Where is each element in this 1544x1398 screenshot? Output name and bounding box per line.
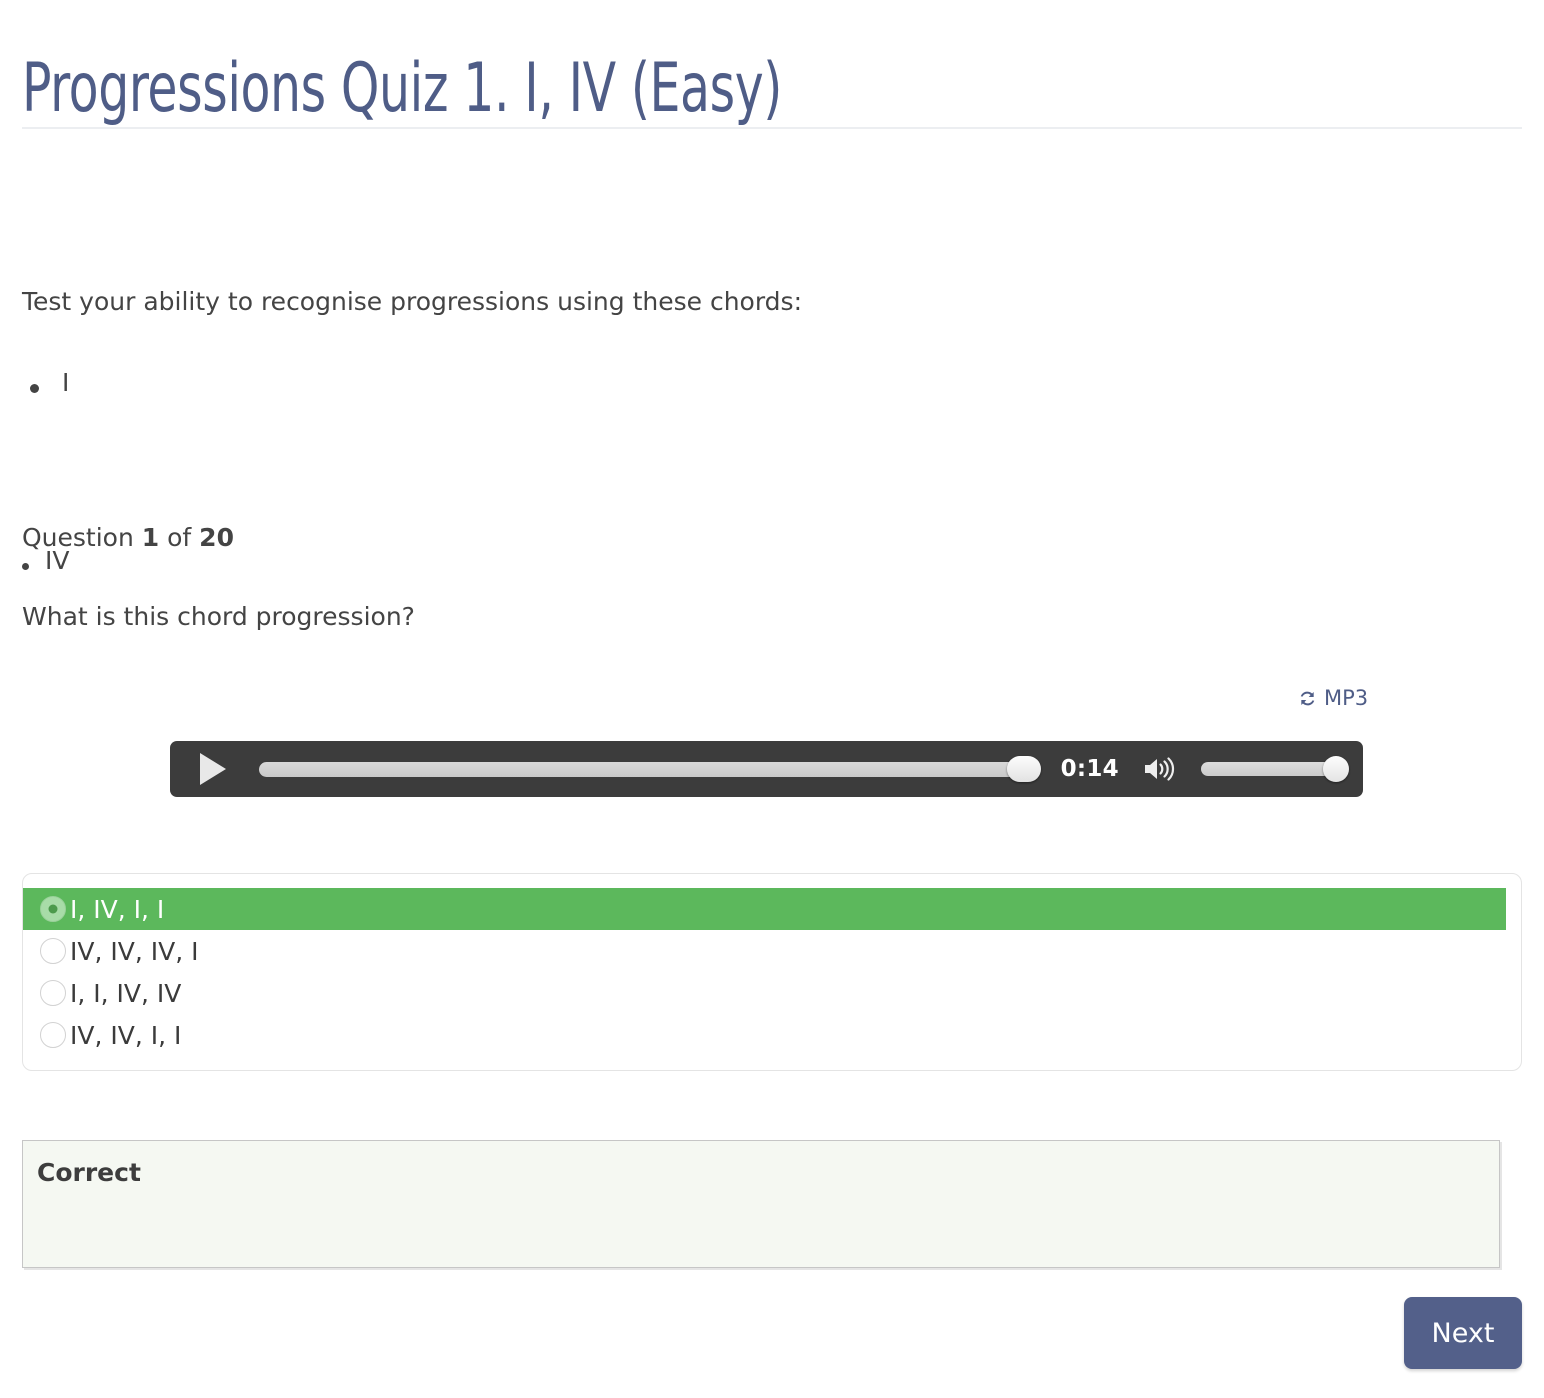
answer-option-1[interactable]: IV, IV, IV, I <box>23 930 1506 972</box>
radio-icon[interactable] <box>40 1022 66 1048</box>
chord-list: I IV <box>0 368 600 575</box>
mp3-download-link[interactable]: MP3 <box>1298 686 1368 710</box>
answer-options: I, IV, I, I IV, IV, IV, I I, I, IV, IV I… <box>22 873 1522 1071</box>
feedback-panel: Correct <box>22 1140 1500 1268</box>
question-counter: Question 1 of 20 <box>22 523 234 552</box>
play-icon[interactable] <box>200 753 226 785</box>
list-item: I <box>0 368 600 448</box>
answer-option-0[interactable]: I, IV, I, I <box>23 888 1506 930</box>
title-divider <box>22 127 1522 129</box>
playback-time: 0:14 <box>1060 756 1119 782</box>
playback-progress-thumb[interactable] <box>1006 756 1041 782</box>
answer-option-label: IV, IV, I, I <box>70 1020 182 1050</box>
question-counter-middle: of <box>159 523 200 552</box>
speaker-volume-high-icon[interactable] <box>1143 754 1179 784</box>
answer-option-3[interactable]: IV, IV, I, I <box>23 1014 1506 1056</box>
answer-option-label: IV, IV, IV, I <box>70 936 199 966</box>
volume-slider[interactable] <box>1201 756 1349 782</box>
bullet-icon <box>22 563 29 570</box>
refresh-icon <box>1298 689 1317 708</box>
answer-option-2[interactable]: I, I, IV, IV <box>23 972 1506 1014</box>
mp3-label: MP3 <box>1324 686 1369 710</box>
next-button[interactable]: Next <box>1404 1297 1522 1369</box>
bullet-icon <box>30 384 39 393</box>
playback-progress-slider[interactable] <box>259 756 1041 782</box>
audio-player[interactable]: 0:14 <box>170 741 1363 797</box>
question-counter-current: 1 <box>141 523 160 552</box>
list-item: IV <box>0 448 600 575</box>
answer-option-label: I, IV, I, I <box>70 894 165 924</box>
radio-icon[interactable] <box>40 980 66 1006</box>
volume-thumb[interactable] <box>1323 756 1349 782</box>
radio-icon[interactable] <box>40 896 66 922</box>
question-counter-total: 20 <box>199 523 234 552</box>
feedback-title: Correct <box>37 1158 141 1187</box>
chord-label: I <box>62 368 70 397</box>
answer-option-label: I, I, IV, IV <box>70 978 182 1008</box>
radio-icon[interactable] <box>40 938 66 964</box>
question-counter-prefix: Question <box>22 523 142 552</box>
question-prompt: What is this chord progression? <box>22 602 415 631</box>
page-title: Progressions Quiz 1. I, IV (Easy) <box>22 48 782 128</box>
intro-text: Test your ability to recognise progressi… <box>22 287 802 316</box>
